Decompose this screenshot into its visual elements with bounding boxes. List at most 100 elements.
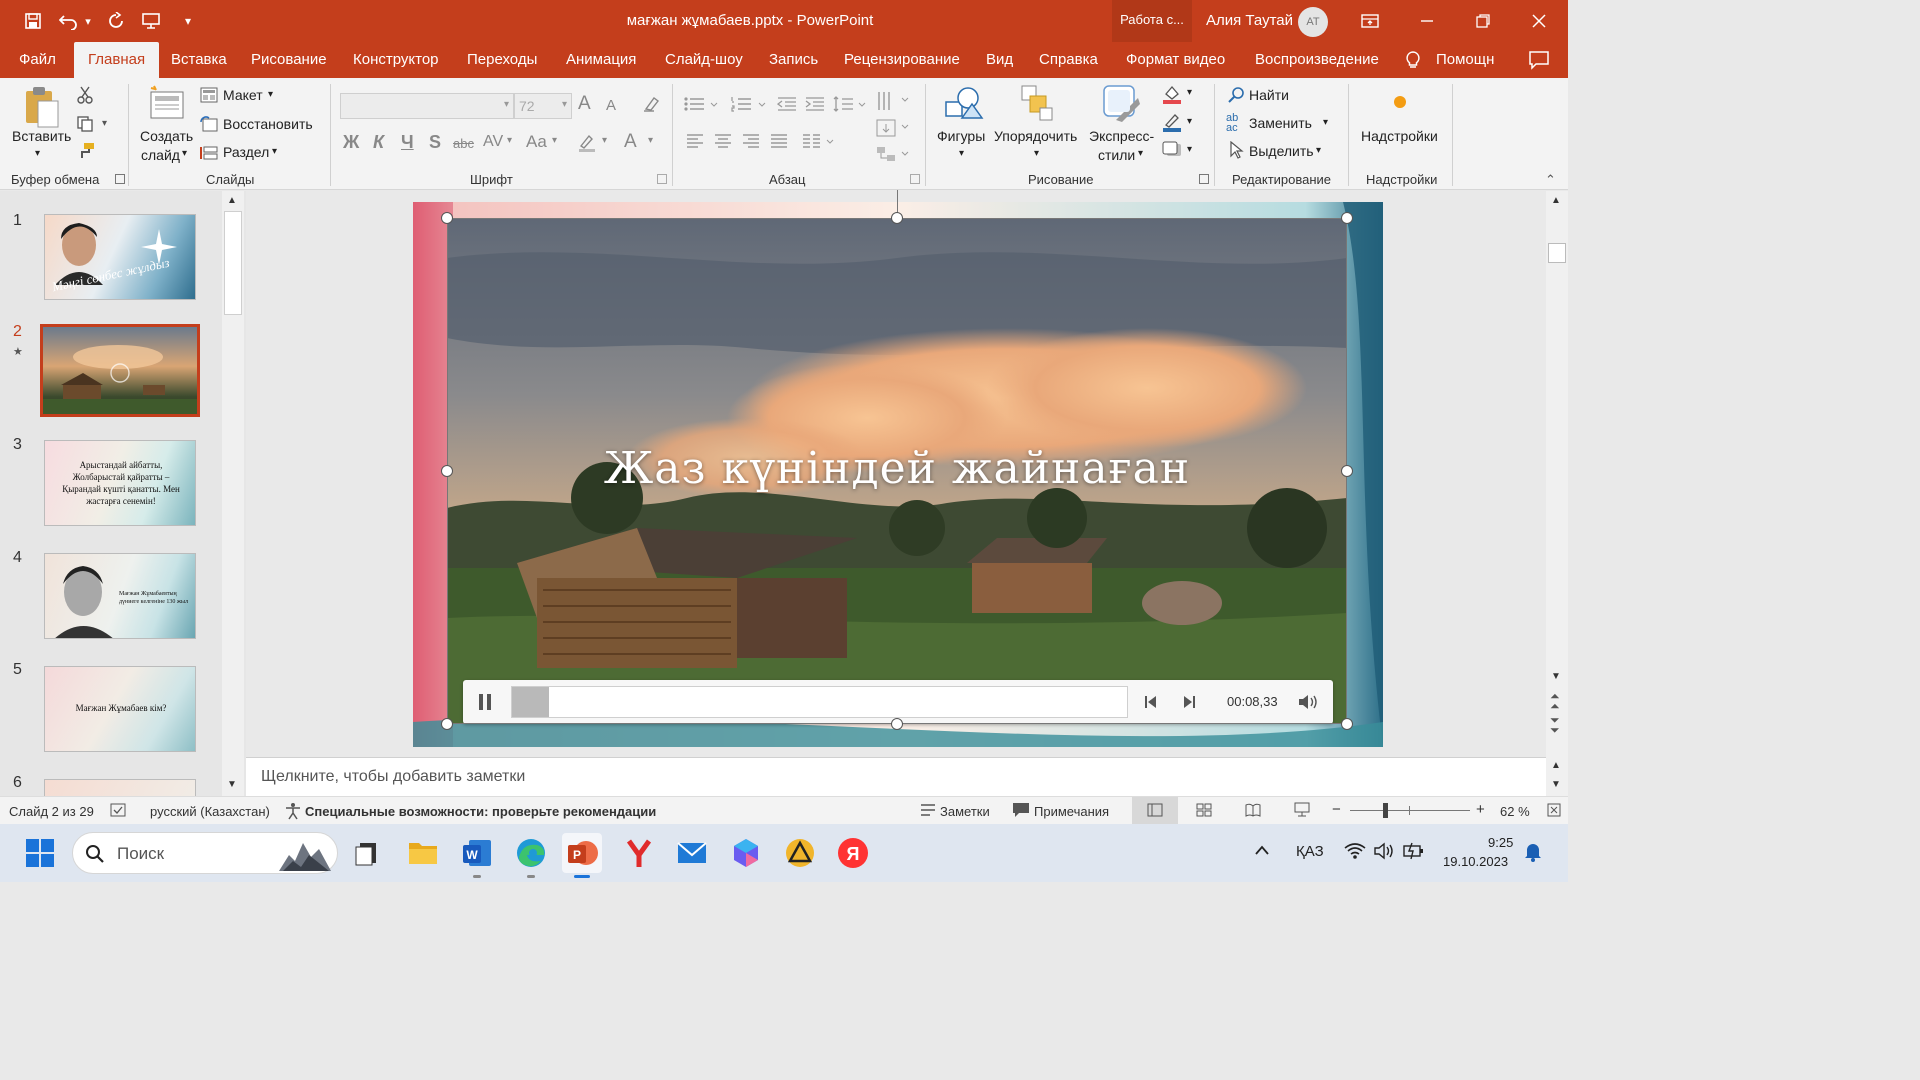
arrange-dropdown-icon[interactable]: ▾ [1034, 148, 1039, 159]
slide-sorter-view-icon[interactable] [1196, 803, 1212, 820]
undo-dropdown-icon[interactable]: ▾ [80, 8, 96, 34]
select-icon[interactable] [1229, 140, 1245, 164]
font-shrink-icon[interactable]: A [606, 97, 616, 114]
underline-button[interactable]: Ч [401, 132, 414, 153]
yandex-browser-icon[interactable] [619, 833, 659, 873]
tab-insert[interactable]: Вставка [171, 42, 227, 78]
resize-handle-bottom-left[interactable] [441, 718, 453, 730]
accessibility-icon[interactable] [284, 802, 302, 823]
comments-icon[interactable] [1528, 50, 1550, 70]
decrease-indent-icon[interactable] [776, 96, 797, 117]
zoom-level[interactable]: 62 % [1500, 804, 1530, 819]
increase-indent-icon[interactable] [805, 96, 825, 117]
shape-fill-icon[interactable] [1162, 84, 1182, 109]
font-family-combo[interactable]: ▾ [340, 93, 514, 119]
section-button[interactable]: Раздел [223, 144, 269, 160]
resize-handle-top-right[interactable] [1341, 212, 1353, 224]
quick-styles-icon[interactable] [1102, 84, 1142, 124]
copy-icon[interactable] [76, 115, 94, 138]
yandex-icon[interactable]: Я [833, 833, 873, 873]
justify-icon[interactable] [770, 133, 788, 154]
resize-handle-top[interactable] [891, 212, 903, 224]
comments-status-icon[interactable] [1012, 802, 1030, 821]
font-size-dropdown-icon[interactable]: ▾ [562, 99, 567, 110]
slide-thumbnail-3[interactable]: Арыстандай айбатты, Жолбарыстай қайратты… [44, 440, 196, 526]
word-icon[interactable]: W [457, 833, 497, 878]
tab-draw[interactable]: Рисование [251, 42, 327, 78]
find-icon[interactable] [1228, 86, 1246, 109]
addins-button[interactable]: Надстройки [1361, 128, 1438, 144]
font-launcher-icon[interactable] [657, 174, 667, 184]
clock-date[interactable]: 19.10.2023 [1443, 854, 1508, 869]
replace-button[interactable]: Заменить [1249, 115, 1312, 131]
copy-dropdown-icon[interactable]: ▾ [102, 118, 107, 129]
slide-thumbnail-2[interactable] [40, 324, 200, 417]
restore-icon[interactable] [1468, 6, 1498, 36]
previous-slide-icon[interactable]: ⏶ ⏶ [1550, 690, 1560, 712]
select-button[interactable]: Выделить [1249, 143, 1314, 159]
quick-styles-label-1[interactable]: Экспресс- [1089, 128, 1154, 144]
avatar[interactable]: AT [1298, 7, 1328, 37]
highlighter-dropdown-icon[interactable]: ▾ [602, 135, 607, 146]
new-slide-label-1[interactable]: Создать [140, 128, 193, 144]
spell-check-icon[interactable] [110, 802, 128, 821]
notes-toggle-icon[interactable] [920, 803, 936, 820]
tab-playback[interactable]: Воспроизведение [1255, 42, 1379, 78]
notification-bell-icon[interactable] [1524, 842, 1542, 865]
slide-counter[interactable]: Слайд 2 из 29 [9, 804, 94, 819]
arrange-button[interactable]: Упорядочить [994, 128, 1077, 144]
taskbar-search-box[interactable]: Поиск [72, 832, 338, 874]
zoom-slider-thumb[interactable] [1383, 803, 1388, 818]
select-dropdown-icon[interactable]: ▾ [1316, 145, 1321, 156]
powerpoint-icon[interactable]: P [562, 833, 602, 878]
addins-icon[interactable] [1393, 95, 1407, 114]
lightbulb-icon[interactable] [1403, 50, 1423, 70]
slide-thumbnail-1[interactable]: Мәңгі сөнбес жұлдыз [44, 214, 196, 300]
zoom-in-button[interactable]: + [1476, 801, 1485, 818]
quick-styles-label-2[interactable]: стили [1098, 147, 1135, 163]
find-button[interactable]: Найти [1249, 87, 1289, 103]
shapes-icon[interactable] [944, 84, 984, 124]
shape-effects-dropdown-icon[interactable]: ▾ [1187, 144, 1192, 155]
next-slide-icon[interactable]: ⏷ ⏷ [1550, 714, 1560, 736]
text-direction-icon[interactable] [876, 91, 910, 116]
resize-handle-right[interactable] [1341, 465, 1353, 477]
resize-handle-top-left[interactable] [441, 212, 453, 224]
app-triangle-icon[interactable] [780, 833, 820, 873]
scroll-down-icon[interactable]: ▼ [1551, 671, 1561, 682]
notes-pane[interactable]: Щелкните, чтобы добавить заметки [246, 757, 1546, 796]
bold-button[interactable]: Ж [343, 132, 359, 153]
shape-fill-dropdown-icon[interactable]: ▾ [1187, 87, 1192, 98]
slideshow-view-icon[interactable] [1294, 802, 1310, 821]
align-left-icon[interactable] [686, 133, 704, 154]
zoom-out-button[interactable]: − [1332, 801, 1341, 818]
align-right-icon[interactable] [742, 133, 760, 154]
slide-thumbnail-5[interactable]: Мағжан Жұмабаев кім? [44, 666, 196, 752]
scroll-up-icon[interactable]: ▲ [1551, 195, 1561, 206]
replace-icon[interactable]: ab ac [1226, 113, 1238, 134]
paste-dropdown-icon[interactable]: ▾ [35, 148, 40, 159]
new-slide-label-2[interactable]: слайд [141, 147, 180, 163]
columns-icon[interactable] [802, 133, 836, 154]
font-grow-icon[interactable]: A [578, 93, 591, 115]
italic-button[interactable]: К [373, 132, 384, 153]
zoom-slider-track[interactable] [1350, 810, 1470, 811]
context-tools-badge[interactable]: Работа с... [1112, 0, 1192, 42]
accessibility-status[interactable]: Специальные возможности: проверьте реком… [305, 804, 656, 819]
tab-design[interactable]: Конструктор [353, 42, 439, 78]
section-icon[interactable] [200, 145, 218, 166]
windows-start-icon[interactable] [20, 833, 60, 873]
character-spacing-button[interactable]: AV [483, 133, 503, 151]
clear-formatting-icon[interactable] [642, 95, 660, 118]
keyboard-language[interactable]: ҚАЗ [1296, 843, 1324, 860]
layout-icon[interactable] [200, 87, 218, 108]
mail-icon[interactable] [672, 833, 712, 873]
scroll-down-icon[interactable]: ▼ [1551, 779, 1561, 790]
new-slide-dropdown-icon[interactable]: ▾ [182, 148, 187, 159]
notes-toggle-button[interactable]: Заметки [940, 804, 990, 819]
line-spacing-icon[interactable] [833, 96, 867, 117]
scroll-down-icon[interactable]: ▼ [227, 779, 237, 790]
tab-tell-me[interactable]: Помощн [1436, 42, 1494, 78]
tab-animations[interactable]: Анимация [566, 42, 636, 78]
bullets-icon[interactable] [684, 96, 718, 117]
